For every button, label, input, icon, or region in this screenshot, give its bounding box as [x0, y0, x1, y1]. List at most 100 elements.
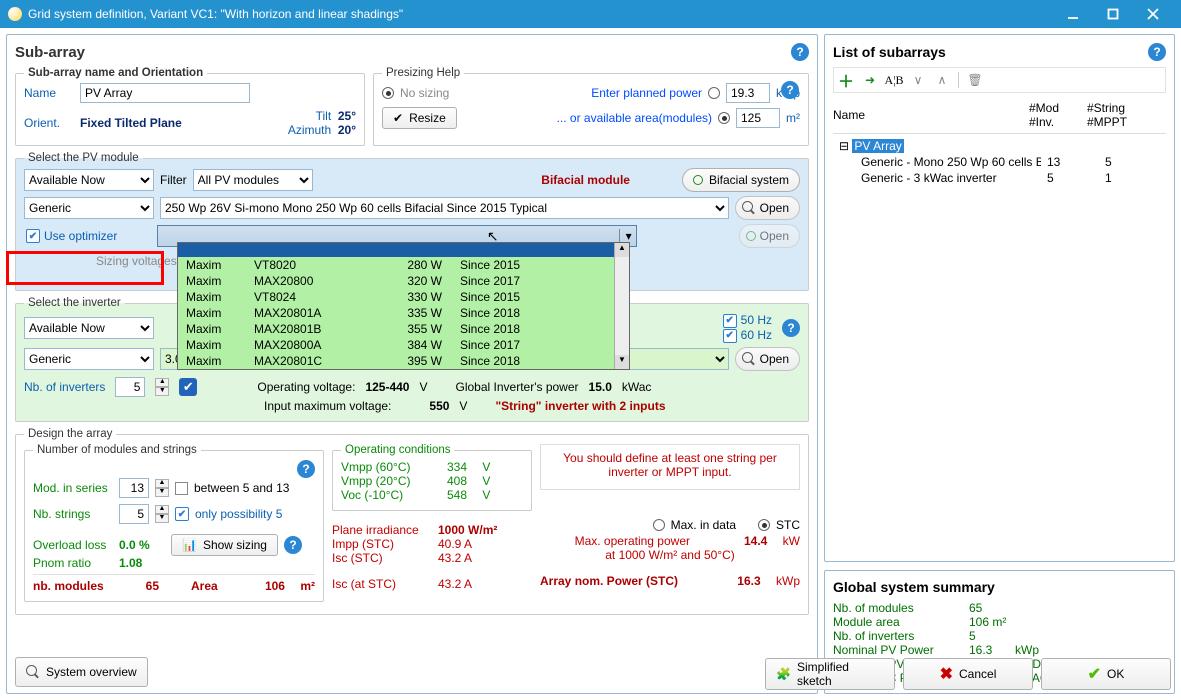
overload-label: Overload loss — [33, 538, 113, 552]
resize-button[interactable]: ✔ Resize — [382, 107, 457, 129]
minimize-button[interactable] — [1053, 0, 1093, 28]
pv-open-button[interactable]: Open — [735, 196, 800, 220]
show-sizing-button[interactable]: 📊Show sizing — [171, 534, 278, 556]
area-radio[interactable] — [718, 112, 730, 124]
nb-inverters-spinner[interactable]: ▲▼ — [155, 378, 169, 396]
num-modules-strings-legend: Number of modules and strings — [33, 444, 201, 456]
app-icon — [8, 7, 22, 21]
sizing-voltages-label: Sizing voltages : — [96, 254, 183, 268]
sizing-help-icon[interactable]: ? — [284, 536, 302, 554]
add-subarray-button[interactable]: ＋ — [836, 70, 856, 90]
pv-availability-combo[interactable]: Available Now — [24, 169, 154, 191]
nb-strings-label: Nb. strings — [33, 507, 113, 521]
move-down-button[interactable]: ∨ — [908, 70, 928, 90]
inv-open-button[interactable]: Open — [735, 347, 800, 371]
orient-label: Orient. — [24, 116, 74, 130]
summary-heading: Global system summary — [833, 579, 1166, 595]
nb-strings-input[interactable] — [119, 504, 149, 524]
main-panel: Sub-array ? Sub-array name and Orientati… — [6, 34, 818, 694]
close-button[interactable] — [1133, 0, 1173, 28]
hz60-checkbox[interactable]: ✔ — [723, 329, 737, 343]
delete-subarray-button[interactable]: 🗑 — [965, 70, 985, 90]
no-sizing-label: No sizing — [400, 86, 449, 100]
import-subarray-button[interactable]: ➜ — [860, 70, 880, 90]
mod-series-spinner[interactable]: ▲▼ — [155, 479, 169, 497]
between-checkbox[interactable] — [175, 482, 188, 495]
inverter-help-icon[interactable]: ? — [782, 319, 800, 337]
tree-root[interactable]: ⊟ PV Array — [833, 138, 1166, 154]
subarrays-panel: List of subarrays ? ＋ ➜ A¦B ∨ ∧ 🗑 Name #… — [824, 34, 1175, 562]
maximize-button[interactable] — [1093, 0, 1133, 28]
azimuth-value: 20° — [338, 123, 356, 137]
tree-child-module[interactable]: Generic - Mono 250 Wp 60 cells Bi135 — [833, 154, 1166, 170]
mod-series-label: Mod. in series — [33, 481, 113, 495]
area-unit: m² — [786, 111, 800, 125]
optimizer-dropdown-popup[interactable]: MaximVT8020280 WSince 2015MaximMAX208003… — [177, 242, 630, 370]
stc-radio[interactable] — [758, 519, 770, 531]
overload-value: 0.0 % — [119, 538, 165, 552]
presizing-group: Presizing Help ? No sizing Enter planned… — [373, 67, 809, 146]
inv-availability-combo[interactable]: Available Now — [24, 317, 154, 339]
num-modules-strings-group: Number of modules and strings ? Mod. in … — [24, 444, 324, 602]
dropdown-scrollbar[interactable]: ▲ ▼ — [614, 243, 629, 369]
move-up-button[interactable]: ∧ — [932, 70, 952, 90]
chevron-down-icon: ▾ — [619, 229, 632, 243]
only-possibility-checkbox[interactable]: ✔ — [175, 507, 189, 521]
max-in-data-radio[interactable] — [653, 519, 665, 531]
bifacial-system-button[interactable]: Bifacial system — [682, 168, 800, 192]
pv-module-combo[interactable]: 250 Wp 26V Si-mono Mono 250 Wp 60 cells … — [160, 197, 729, 219]
input-max-label: Input maximum voltage: — [264, 399, 391, 413]
tree-child-inverter[interactable]: Generic - 3 kWac inverter51 — [833, 170, 1166, 186]
circle-icon — [746, 231, 756, 241]
area-value: 106 — [265, 579, 285, 593]
nb-inverters-input[interactable] — [115, 377, 145, 397]
simplified-sketch-button[interactable]: 🧩Simplified sketch — [765, 658, 895, 690]
nb-inverters-check[interactable]: ✔ — [179, 378, 197, 396]
nb-inverters-label: Nb. of inverters — [24, 380, 105, 394]
area-input[interactable] — [736, 108, 780, 128]
help-icon[interactable]: ? — [791, 43, 809, 61]
planned-power-radio[interactable] — [708, 87, 720, 99]
between-label: between 5 and 13 — [194, 481, 289, 495]
titlebar: Grid system definition, Variant VC1: "Wi… — [0, 0, 1181, 28]
window-title: Grid system definition, Variant VC1: "Wi… — [28, 7, 403, 21]
pv-mfr-combo[interactable]: Generic — [24, 197, 154, 219]
name-orientation-legend: Sub-array name and Orientation — [24, 67, 207, 79]
mod-series-input[interactable] — [119, 478, 149, 498]
system-overview-button[interactable]: System overview — [15, 657, 148, 687]
col-name: Name — [833, 108, 1023, 122]
rename-subarray-button[interactable]: A¦B — [884, 70, 904, 90]
cancel-button[interactable]: ✖Cancel — [903, 658, 1033, 690]
pv-filter-combo[interactable]: All PV modules — [193, 169, 313, 191]
name-orientation-group: Sub-array name and Orientation Name Orie… — [15, 67, 365, 146]
pnom-label: Pnom ratio — [33, 556, 113, 570]
subarray-heading: Sub-array — [15, 44, 85, 61]
warning-box: You should define at least one string pe… — [540, 444, 800, 490]
inv-mfr-combo[interactable]: Generic — [24, 348, 154, 370]
subarrays-help-icon[interactable]: ? — [1148, 43, 1166, 61]
area-label: ... or available area(modules) — [557, 111, 712, 125]
nb-strings-spinner[interactable]: ▲▼ — [155, 505, 169, 523]
name-input[interactable] — [80, 83, 250, 103]
presizing-help-icon[interactable]: ? — [781, 81, 799, 99]
hz50-checkbox[interactable]: ✔ — [723, 314, 737, 328]
bifacial-message: Bifacial module — [541, 173, 630, 187]
global-power-label: Global Inverter's power — [456, 380, 579, 394]
inverter-legend: Select the inverter — [24, 297, 125, 309]
planned-power-label: Enter planned power — [591, 86, 702, 100]
pv-module-group: Select the PV module Available Now Filte… — [15, 152, 809, 291]
num-help-icon[interactable]: ? — [297, 460, 315, 478]
design-array-group: Design the array Number of modules and s… — [15, 428, 809, 615]
use-optimizer-checkbox[interactable]: ✔ — [26, 229, 40, 243]
optimizer-open-button: Open — [739, 224, 800, 248]
orient-value: Fixed Tilted Plane — [80, 116, 182, 130]
tilt-label: Tilt — [316, 109, 332, 123]
planned-power-input[interactable] — [726, 83, 770, 103]
nb-modules-label: nb. modules — [33, 579, 113, 593]
nb-modules-value: 65 — [119, 579, 159, 593]
name-label: Name — [24, 86, 74, 100]
ok-button[interactable]: ✔OK — [1041, 658, 1171, 690]
operating-conditions-group: Operating conditions Vmpp (60°C)334 V Vm… — [332, 444, 532, 511]
op-voltage-label: Operating voltage: — [257, 380, 355, 394]
no-sizing-radio[interactable] — [382, 87, 394, 99]
